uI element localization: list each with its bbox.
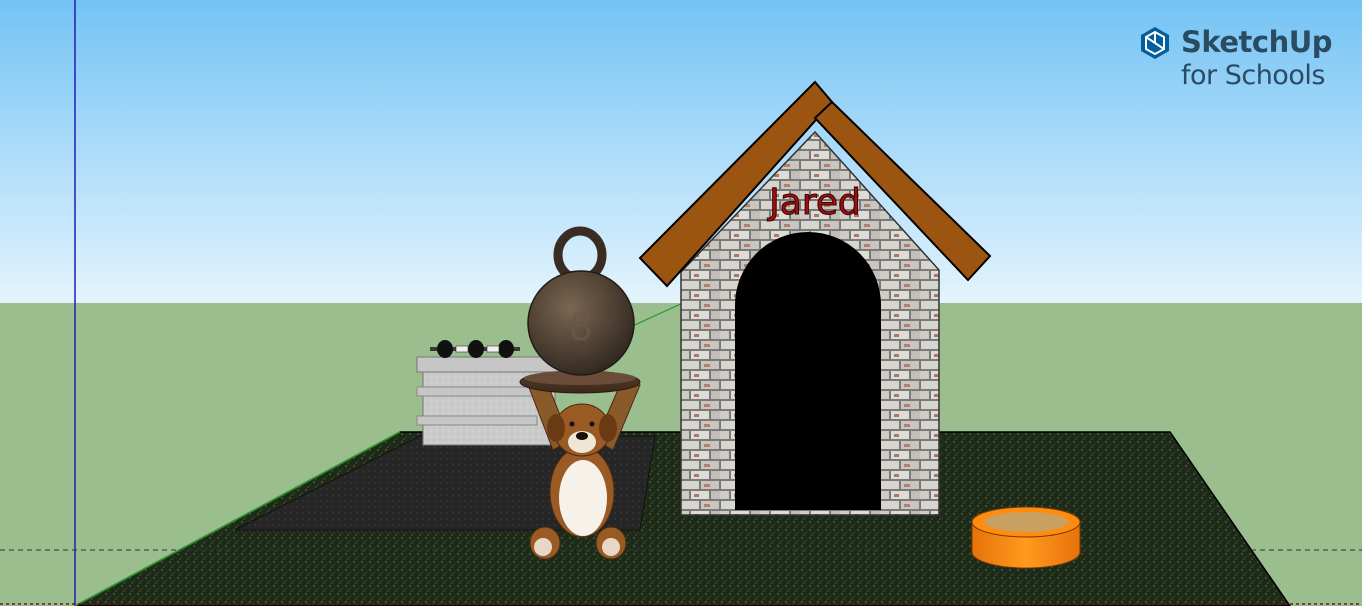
bowl-inside — [984, 512, 1068, 532]
bench-step-2 — [416, 415, 538, 426]
sketchup-logo-icon — [1141, 27, 1169, 59]
brand-title: SketchUp — [1181, 25, 1333, 59]
bench-top[interactable] — [416, 356, 562, 373]
barbell[interactable] — [430, 340, 520, 358]
doghouse-sign-text: Jared — [767, 182, 861, 223]
dog-right-ear — [599, 414, 617, 442]
dog-chest — [559, 460, 607, 536]
dog-left-eye — [569, 421, 575, 427]
brand-subtitle: for Schools — [1181, 60, 1325, 91]
kettlebell-emblem: 8 — [569, 305, 593, 349]
modeling-viewport[interactable]: 8 Jared SketchUp for Schools — [0, 0, 1362, 606]
dog-nose — [576, 432, 588, 440]
sketchup-logo: SketchUp for Schools — [1138, 25, 1338, 96]
dog-left-ear — [547, 414, 565, 442]
dog-right-eye — [589, 421, 595, 427]
food-bowl[interactable] — [971, 506, 1081, 569]
doghouse-doorway[interactable] — [735, 232, 881, 510]
bench-step-1 — [416, 386, 538, 397]
